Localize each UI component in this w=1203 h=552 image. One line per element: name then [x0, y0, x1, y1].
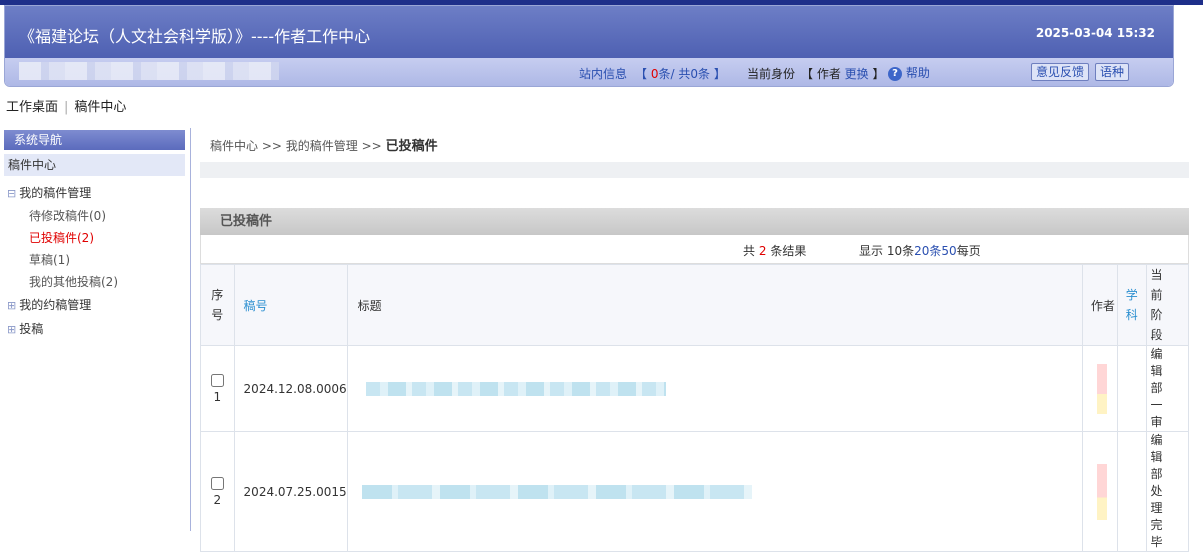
expand-icon[interactable]: ⊞	[7, 323, 16, 336]
row-index: 1	[213, 389, 222, 404]
site-title: 《福建论坛（人文社会科学版）》----作者工作中心	[19, 27, 371, 46]
breadcrumb-current: 已投稿件	[385, 139, 438, 154]
nav-manuscript-center[interactable]: 稿件中心	[74, 100, 126, 115]
col-number[interactable]: 稿号	[233, 264, 348, 346]
row-checkbox[interactable]	[210, 373, 224, 387]
site-message-link[interactable]: 站内信息	[579, 65, 627, 82]
sidebar: 系统导航 稿件中心 ⊟ 我的稿件管理 待修改稿件(0) 已投稿件(2) 草稿(1)…	[0, 128, 191, 531]
panel-title: 已投稿件	[200, 208, 1189, 235]
row-stage: 编辑部一审	[1145, 345, 1190, 432]
breadcrumb-center[interactable]: 稿件中心	[210, 139, 258, 153]
result-total: 2	[758, 244, 767, 258]
row-index: 2	[213, 492, 222, 507]
breadcrumb: 稿件中心 >> 我的稿件管理 >> 已投稿件	[210, 135, 438, 154]
tree-label: 我的约稿管理	[19, 298, 92, 312]
help-label: 帮助	[905, 66, 930, 80]
header-banner: 《福建论坛（人文社会科学版）》----作者工作中心 2025-03-04 15:…	[5, 6, 1173, 58]
breadcrumb-separator: >>	[261, 139, 282, 153]
identity-label: 当前身份	[747, 67, 796, 81]
help-link[interactable]: ? 帮助	[888, 64, 930, 81]
row-index-cell: 2	[200, 431, 235, 552]
collapse-icon[interactable]: ⊟	[7, 187, 16, 200]
sidebar-item-submitted[interactable]: 已投稿件(2)	[29, 229, 94, 246]
nav-workdesk[interactable]: 工作桌面	[6, 100, 58, 115]
page-size-selector: 显示 10条20条50每页	[859, 244, 981, 258]
col-title: 标题	[346, 264, 1084, 346]
submitted-table: 序号 稿号 标题 作者 学科 当前阶段 1 2024.12.08.0006 编辑…	[200, 264, 1190, 552]
tree-submit[interactable]: ⊞ 投稿	[7, 320, 43, 337]
row-title[interactable]	[346, 345, 1084, 432]
row-number[interactable]: 2024.12.08.0006	[233, 345, 348, 432]
message-total: / 共0条	[670, 67, 711, 81]
row-index-cell: 1	[200, 345, 235, 432]
row-checkbox[interactable]	[210, 476, 224, 490]
tree-my-invited[interactable]: ⊞ 我的约稿管理	[7, 296, 91, 313]
result-count: 共 2 条结果	[743, 244, 807, 258]
language-button[interactable]: 语种	[1095, 63, 1130, 81]
breadcrumb-separator: >>	[361, 139, 382, 153]
help-icon: ?	[888, 66, 902, 81]
identity-role: 作者	[816, 67, 841, 81]
sidebar-item-other-submissions[interactable]: 我的其他投稿(2)	[29, 273, 118, 290]
current-datetime: 2025-03-04 15:32	[1035, 26, 1155, 40]
title-redacted	[361, 484, 752, 499]
row-stage: 编辑部处理完毕	[1145, 431, 1190, 552]
row-subject	[1116, 431, 1147, 552]
identity-info: 【 作者 更换 】	[801, 67, 885, 81]
expand-icon[interactable]: ⊞	[7, 299, 16, 312]
page-size-10[interactable]: 10条	[887, 244, 914, 258]
switch-identity-link[interactable]: 更换	[845, 67, 869, 81]
feedback-button[interactable]: 意见反馈	[1031, 63, 1090, 81]
sidebar-section-manuscript-center[interactable]: 稿件中心	[4, 154, 185, 176]
title-redacted	[365, 381, 666, 396]
page-size-50[interactable]: 50	[941, 244, 956, 258]
message-unit: 条	[658, 67, 671, 81]
table-row[interactable]: 1 2024.12.08.0006 编辑部一审	[200, 345, 1190, 432]
tree-label: 投稿	[19, 322, 44, 336]
row-author	[1082, 431, 1118, 552]
tree-label: 我的稿件管理	[19, 186, 92, 200]
divider-bar	[200, 162, 1189, 178]
top-nav: 工作桌面 | 稿件中心	[6, 100, 127, 115]
row-title[interactable]	[346, 431, 1084, 552]
result-summary: 共 2 条结果 显示 10条20条50每页	[200, 235, 1189, 264]
sidebar-item-drafts[interactable]: 草稿(1)	[29, 251, 70, 268]
author-redacted	[1097, 463, 1108, 520]
col-subject[interactable]: 学科	[1116, 264, 1147, 346]
main-content: 稿件中心 >> 我的稿件管理 >> 已投稿件 已投稿件 共 2 条结果 显示 1…	[200, 128, 1190, 552]
tree-my-manuscripts[interactable]: ⊟ 我的稿件管理	[7, 184, 91, 201]
col-index: 序号	[200, 264, 235, 346]
app-header: 《福建论坛（人文社会科学版）》----作者工作中心 2025-03-04 15:…	[4, 5, 1174, 87]
user-info-redacted	[19, 62, 279, 80]
sidebar-title: 系统导航	[4, 130, 185, 150]
row-subject	[1116, 345, 1147, 432]
col-stage: 当前阶段	[1145, 264, 1190, 346]
page-size-20[interactable]: 20条	[914, 244, 941, 258]
col-author: 作者	[1082, 264, 1118, 346]
row-number[interactable]: 2024.07.25.0015	[233, 431, 348, 552]
breadcrumb-my-manuscripts[interactable]: 我的稿件管理	[286, 139, 358, 153]
message-count[interactable]: 【 0条/ 共0条 】	[635, 65, 726, 82]
table-row[interactable]: 2 2024.07.25.0015 编辑部处理完毕	[200, 431, 1190, 552]
author-redacted	[1097, 363, 1108, 414]
table-header-row: 序号 稿号 标题 作者 学科 当前阶段	[200, 264, 1190, 346]
sidebar-item-pending-revision[interactable]: 待修改稿件(0)	[29, 207, 106, 224]
header-toolbar: 站内信息 【 0条/ 共0条 】 当前身份 【 作者 更换 】 ? 帮助 意见反…	[5, 58, 1173, 86]
row-author	[1082, 345, 1118, 432]
